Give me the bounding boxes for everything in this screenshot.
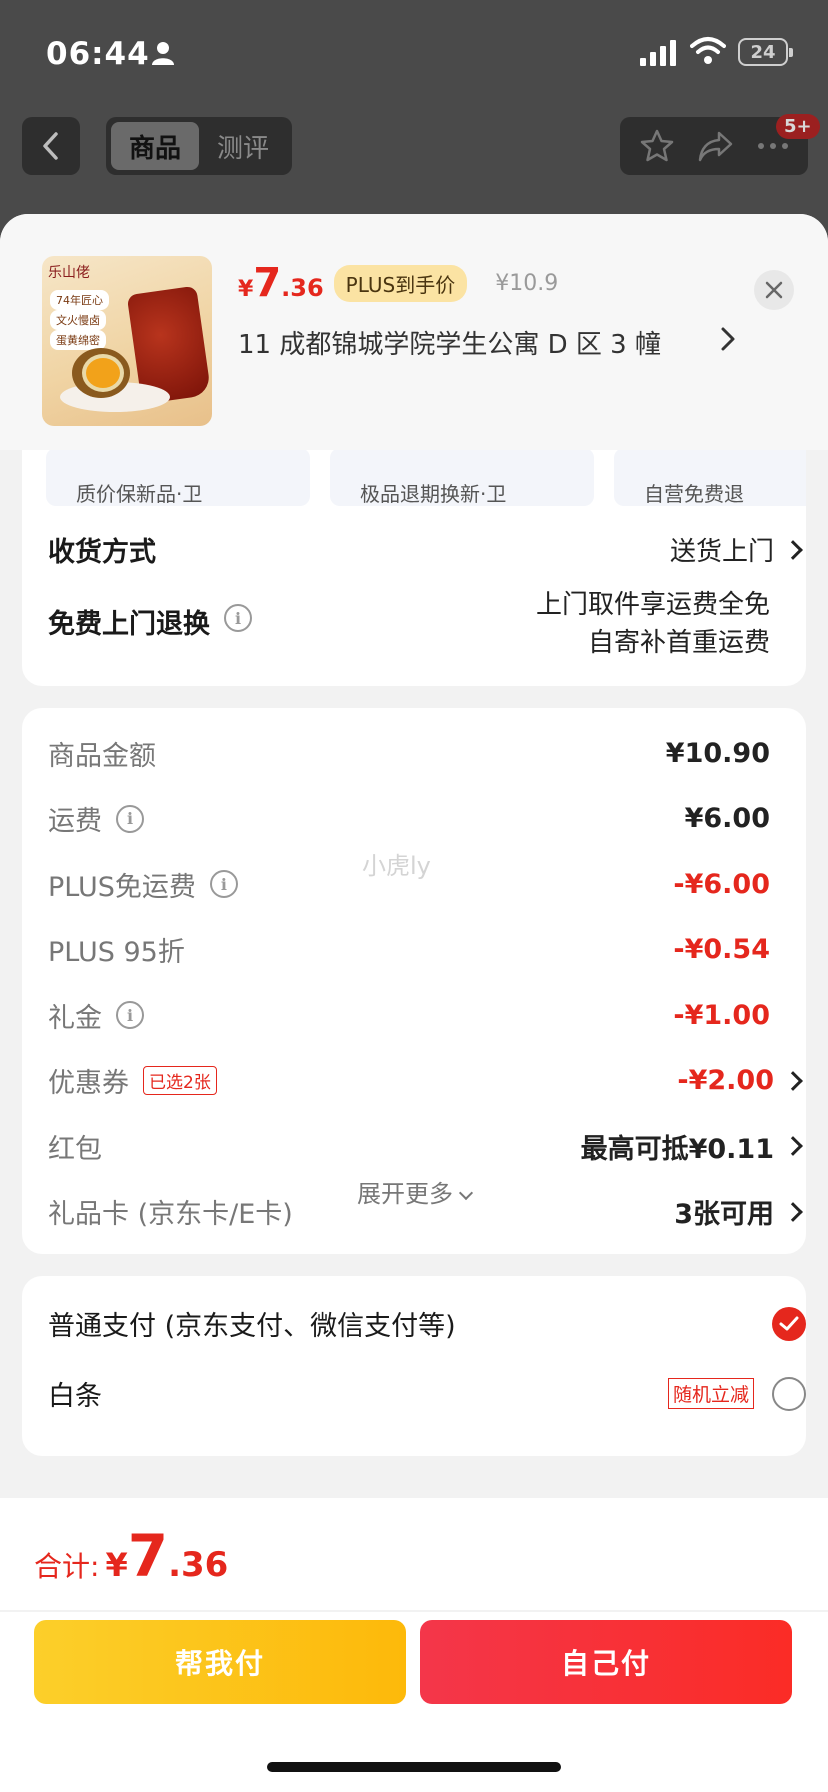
footer-divider [0, 1610, 828, 1612]
fee-row: 运费 i ¥6.00 [48, 794, 806, 844]
free-return-row: 免费上门退换 i 上门取件享运费全免 自寄补首重运费 [48, 586, 806, 662]
share-icon[interactable] [697, 129, 735, 163]
thumb-tag: 蛋黄绵密 [50, 330, 106, 350]
egg-image [72, 348, 130, 398]
price-symbol: ¥ [238, 277, 254, 302]
wifi-icon [690, 37, 726, 64]
chevron-down-icon [458, 1185, 474, 1201]
chevron-right-icon [783, 1070, 803, 1091]
product-header: 乐山佬 74年匠心 文火慢卤 蛋黄绵密 ¥ 7 .36 PLUS到手价 ¥10.… [0, 214, 828, 450]
delivery-address[interactable]: 11 成都锦城学院学生公寓 D 区 3 幢 [238, 324, 661, 361]
watermark: 小虎ly [362, 852, 431, 880]
expand-more-label: 展开更多 [357, 1180, 453, 1208]
fee-row: PLUS 95折 -¥0.54 [48, 925, 806, 975]
help-pay-button[interactable]: 帮我付 [34, 1620, 406, 1704]
fee-row[interactable]: 优惠券 已选2张 -¥2.00 [48, 1056, 806, 1106]
service-chips: 质价保新品·卫 极品退期换新·卫 自营免费退 [46, 448, 806, 506]
free-return-line1: 上门取件享运费全免 [535, 590, 770, 620]
delivery-method-label: 收货方式 [48, 537, 156, 568]
status-bar: 06:44 24 [0, 0, 828, 100]
thumb-brand: 乐山佬 [48, 265, 90, 281]
free-return-label: 免费上门退换 [48, 609, 210, 640]
delivery-method-row[interactable]: 收货方式 送货上门 [48, 530, 806, 569]
close-icon [765, 281, 783, 299]
coupon-count-tag: 已选2张 [143, 1066, 217, 1095]
thumb-tag: 文火慢卤 [50, 310, 106, 330]
price-decimal: .36 [281, 274, 324, 302]
chevron-left-icon [43, 132, 58, 160]
payment-option-normal[interactable]: 普通支付 (京东支付、微信支付等) [48, 1304, 806, 1343]
nav-tabs: 商品 测评 [106, 117, 292, 175]
battery-icon: 24 [738, 38, 793, 66]
service-chip[interactable]: 自营免费退 [614, 448, 806, 506]
total-integer: 7 [127, 1522, 169, 1590]
plus-price-tag: PLUS到手价 [333, 264, 468, 302]
status-time: 06:44 [46, 36, 150, 72]
fee-label: 优惠券 [48, 1068, 129, 1099]
product-thumbnail: 乐山佬 74年匠心 文火慢卤 蛋黄绵密 [42, 256, 212, 426]
promo-tag: 随机立减 [667, 1378, 754, 1409]
fee-breakdown-card: 商品金额 ¥10.90 运费 i ¥6.00 PLUS免运费 i -¥6.00 PLUS 95折… [22, 708, 806, 1254]
fee-value: -¥6.00 [673, 868, 770, 900]
fee-label: 礼金 [48, 1002, 102, 1034]
price-row: ¥ 7 .36 PLUS到手价 ¥10.9 [238, 260, 558, 306]
chevron-right-icon[interactable] [720, 326, 736, 352]
fee-value: ¥6.00 [684, 803, 770, 834]
total-decimal: .36 [168, 1545, 229, 1585]
expand-more-button[interactable]: 展开更多 [22, 1174, 806, 1209]
radio-icon[interactable] [772, 1376, 806, 1411]
more-icon[interactable] [757, 141, 789, 151]
info-icon[interactable]: i [116, 804, 144, 833]
fee-label: 红包 [48, 1133, 102, 1165]
battery-level: 24 [750, 41, 776, 63]
fee-value: 最高可抵¥0.11 [580, 1133, 774, 1165]
payment-option-baitiao[interactable]: 白条 随机立减 [48, 1374, 806, 1413]
checkout-footer: 合计: ¥ 7 .36 帮我付 自己付 [0, 1498, 828, 1792]
fee-row: 商品金额 ¥10.90 [48, 728, 806, 778]
chevron-right-icon [783, 539, 803, 560]
check-icon[interactable] [772, 1306, 806, 1341]
fee-value: -¥1.00 [673, 999, 770, 1031]
free-return-line2: 自寄补首重运费 [587, 628, 770, 658]
info-icon[interactable]: i [224, 604, 252, 632]
total-label: 合计: [34, 1550, 100, 1583]
payment-option-label: 普通支付 (京东支付、微信支付等) [48, 1311, 456, 1342]
fee-label: PLUS 95折 [48, 937, 185, 968]
total-symbol: ¥ [105, 1546, 128, 1584]
person-icon [152, 42, 174, 65]
notification-badge: 5+ [776, 114, 820, 139]
close-button[interactable] [754, 270, 794, 310]
fee-value: ¥10.90 [665, 737, 770, 769]
chevron-right-icon [783, 1136, 803, 1156]
fee-label: 商品金额 [48, 740, 156, 772]
info-icon[interactable]: i [209, 870, 238, 898]
fee-row: 礼金 i -¥1.00 [48, 990, 806, 1040]
tab-product[interactable]: 商品 [111, 122, 199, 170]
signal-icon [640, 40, 676, 66]
fee-value: -¥0.54 [673, 934, 770, 965]
fee-row[interactable]: 红包 最高可抵¥0.11 [48, 1121, 806, 1171]
payment-option-label: 白条 [48, 1381, 102, 1412]
original-price: ¥10.9 [495, 270, 559, 296]
back-button[interactable] [22, 117, 80, 175]
service-chip[interactable]: 质价保新品·卫 [46, 448, 310, 506]
fee-label: 运费 [48, 806, 102, 837]
service-chip[interactable]: 极品退期换新·卫 [330, 448, 594, 506]
tab-review[interactable]: 测评 [199, 122, 287, 170]
fee-value: -¥2.00 [677, 1065, 774, 1096]
checkout-sheet: 乐山佬 74年匠心 文火慢卤 蛋黄绵密 ¥ 7 .36 PLUS到手价 ¥10.… [0, 214, 828, 1792]
star-icon[interactable] [639, 128, 675, 164]
fee-label: PLUS免运费 [48, 871, 196, 903]
delivery-method-value: 送货上门 [669, 537, 774, 567]
info-icon[interactable]: i [116, 1001, 144, 1029]
price-integer: 7 [253, 260, 282, 306]
thumb-tag: 74年匠心 [50, 290, 109, 310]
home-indicator [267, 1762, 561, 1772]
payment-card: 普通支付 (京东支付、微信支付等) 白条 随机立减 [22, 1276, 806, 1456]
total-price: 合计: ¥ 7 .36 [34, 1522, 228, 1590]
self-pay-button[interactable]: 自己付 [420, 1620, 792, 1704]
